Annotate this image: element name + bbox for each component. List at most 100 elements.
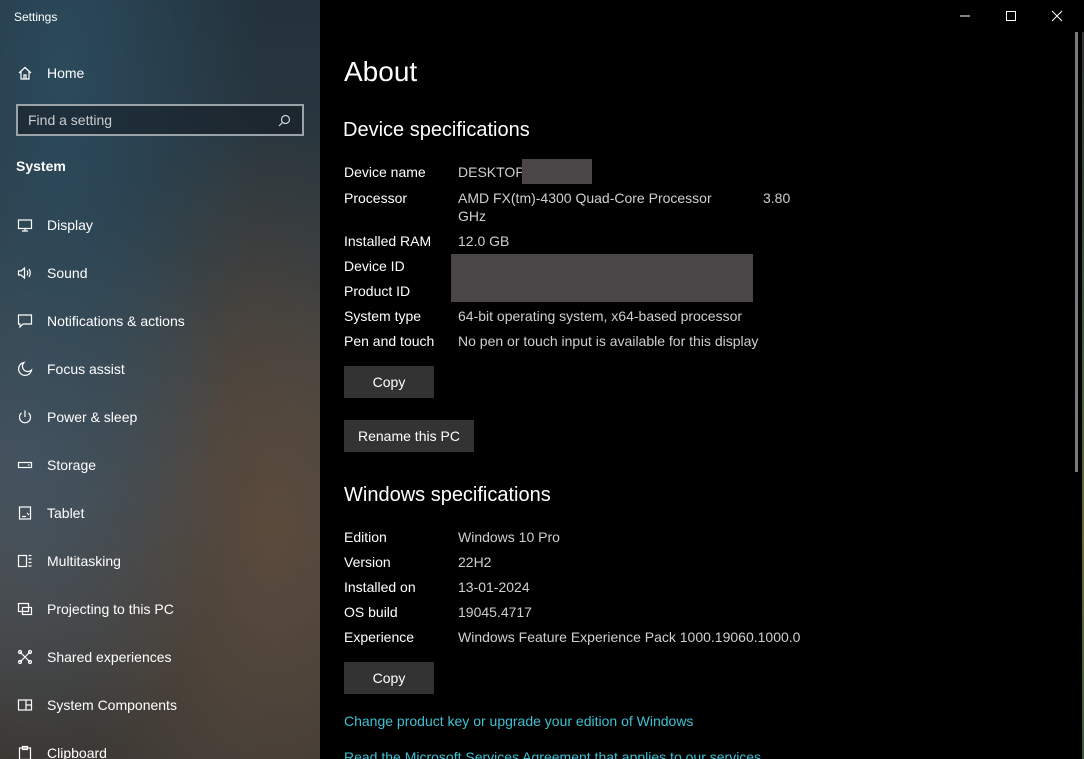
clipboard-icon [16,744,34,759]
spec-processor: Processor AMD FX(tm)-4300 Quad-Core Proc… [344,190,790,206]
spec-value: No pen or touch input is available for t… [458,333,759,349]
spec-version: Version 22H2 [344,554,491,570]
spec-installed-on: Installed on 13-01-2024 [344,579,530,595]
spec-product-id: Product ID [344,283,458,299]
sidebar-home[interactable]: Home [16,62,84,84]
rename-pc-button[interactable]: Rename this PC [344,420,474,452]
sidebar-item-label: Notifications & actions [47,313,185,329]
spec-label: Product ID [344,283,411,299]
spec-label: Version [344,554,391,570]
spec-value: 12.0 GB [458,233,510,249]
search-input[interactable] [28,112,276,128]
search-icon[interactable] [276,112,292,128]
services-agreement-link[interactable]: Read the Microsoft Services Agreement th… [344,749,761,759]
multitasking-icon [16,552,34,570]
spec-system-type: System type 64-bit operating system, x64… [344,308,742,324]
spec-processor-cont: GHz [344,208,486,224]
spec-label: Processor [344,190,408,206]
spec-label: Installed RAM [344,233,432,249]
power-icon [16,408,34,426]
spec-value: 13-01-2024 [458,579,530,595]
sidebar-nav: Display Sound Notifications & actions Fo… [0,201,320,759]
main-content: About Device specifications Device name … [320,0,1084,759]
close-button[interactable] [1034,0,1080,32]
sidebar-item-label: Storage [47,457,97,473]
spec-os-build: OS build 19045.4717 [344,604,532,620]
window-title: Settings [14,10,58,24]
redaction-block [451,254,753,302]
redaction-block [522,159,592,184]
spec-value-speed: 3.80 [763,190,791,206]
windows-specs-heading: Windows specifications [344,484,551,506]
minimize-button[interactable] [942,0,988,32]
components-icon [16,696,34,714]
sidebar-item-label: Projecting to this PC [47,601,174,617]
spec-device-id: Device ID [344,258,458,274]
sidebar-item-power-sleep[interactable]: Power & sleep [0,393,320,441]
sidebar-item-label: Shared experiences [47,649,172,665]
spec-edition: Edition Windows 10 Pro [344,529,560,545]
display-icon [16,216,34,234]
moon-icon [16,360,34,378]
close-icon [1051,10,1063,22]
section-title: System [16,158,66,174]
spec-value: Windows 10 Pro [458,529,560,545]
spec-label: System type [344,308,422,324]
search-box[interactable] [16,104,304,136]
spec-value: DESKTOP- [458,164,530,180]
spec-label: OS build [344,604,398,620]
sidebar-home-label: Home [47,65,85,81]
spec-label: Experience [344,629,415,645]
spec-value: GHz [458,208,486,224]
sidebar-item-storage[interactable]: Storage [0,441,320,489]
maximize-button[interactable] [988,0,1034,32]
shared-icon [16,648,34,666]
spec-label: Edition [344,529,387,545]
sound-icon [16,264,34,282]
sidebar: Settings Home System Display Sound Notif… [0,0,320,759]
device-specs-heading: Device specifications [343,119,530,141]
spec-value: 19045.4717 [458,604,532,620]
tablet-icon [16,504,34,522]
minimize-icon [960,15,970,17]
scrollbar[interactable] [1075,32,1078,472]
spec-value: AMD FX(tm)-4300 Quad-Core Processor [458,190,712,206]
projecting-icon [16,600,34,618]
notifications-icon [16,312,34,330]
page-title: About [344,56,418,87]
spec-value: Windows Feature Experience Pack 1000.190… [458,629,801,645]
copy-device-specs-button[interactable]: Copy [344,366,434,398]
spec-device-name: Device name DESKTOP- [344,164,529,180]
sidebar-item-label: Multitasking [47,553,121,569]
sidebar-item-label: System Components [47,697,177,713]
spec-label: Installed on [344,579,416,595]
sidebar-item-label: Focus assist [47,361,125,377]
sidebar-item-sound[interactable]: Sound [0,249,320,297]
sidebar-item-label: Clipboard [47,745,107,759]
maximize-icon [1006,11,1016,21]
sidebar-item-display[interactable]: Display [0,201,320,249]
spec-label: Device ID [344,258,405,274]
sidebar-item-projecting[interactable]: Projecting to this PC [0,585,320,633]
sidebar-item-tablet[interactable]: Tablet [0,489,320,537]
spec-pen-touch: Pen and touch No pen or touch input is a… [344,333,758,349]
spec-label: Device name [344,164,426,180]
spec-experience: Experience Windows Feature Experience Pa… [344,629,800,645]
spec-value: 64-bit operating system, x64-based proce… [458,308,743,324]
change-product-key-link[interactable]: Change product key or upgrade your editi… [344,713,693,729]
sidebar-item-focus-assist[interactable]: Focus assist [0,345,320,393]
home-icon [16,64,34,82]
sidebar-item-clipboard[interactable]: Clipboard [0,729,320,759]
sidebar-item-system-components[interactable]: System Components [0,681,320,729]
spec-value: 22H2 [458,554,492,570]
sidebar-item-multitasking[interactable]: Multitasking [0,537,320,585]
sidebar-item-label: Power & sleep [47,409,138,425]
sidebar-item-shared-experiences[interactable]: Shared experiences [0,633,320,681]
spec-label: Pen and touch [344,333,435,349]
sidebar-item-notifications[interactable]: Notifications & actions [0,297,320,345]
sidebar-item-label: Display [47,217,93,233]
copy-windows-specs-button[interactable]: Copy [344,662,434,694]
sidebar-item-label: Sound [47,265,88,281]
spec-installed-ram: Installed RAM 12.0 GB [344,233,509,249]
sidebar-item-label: Tablet [47,505,85,521]
